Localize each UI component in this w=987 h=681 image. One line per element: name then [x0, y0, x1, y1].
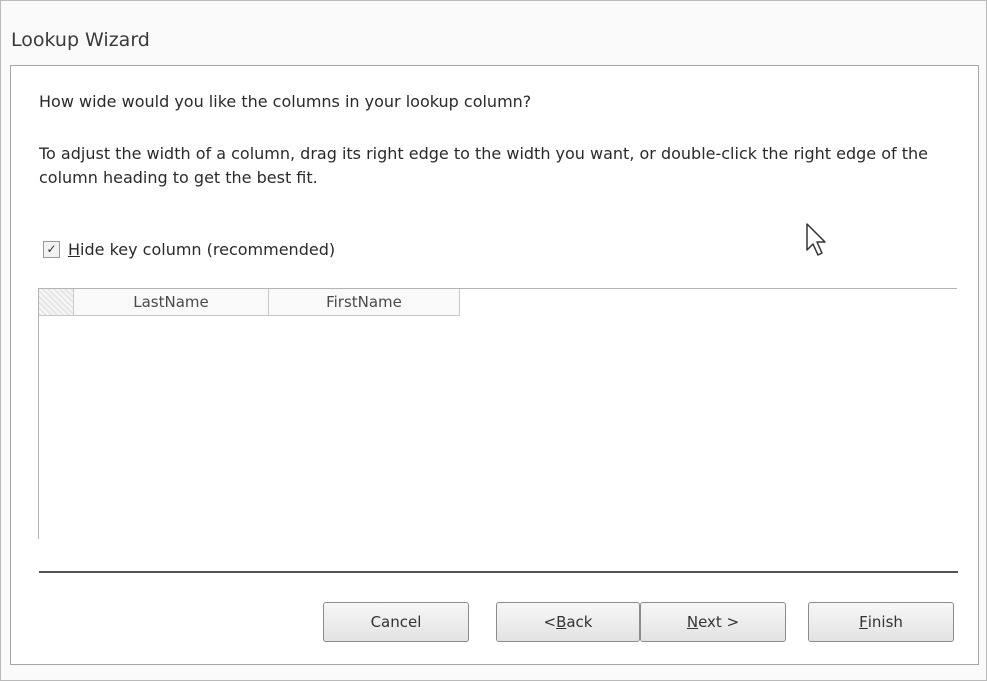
next-label-rest: ext > — [698, 613, 740, 631]
finish-label-rest: inish — [867, 613, 903, 631]
mouse-pointer-icon — [806, 223, 826, 256]
next-button[interactable]: Next > — [640, 602, 786, 642]
hide-key-column-option[interactable]: ✓ Hide key column (recommended) — [43, 238, 335, 260]
instructions-text: To adjust the width of a column, drag it… — [39, 144, 928, 187]
lookup-wizard-window: Lookup Wizard How wide would you like th… — [0, 0, 987, 681]
wizard-panel: How wide would you like the columns in y… — [10, 65, 979, 665]
back-prefix: < — [543, 613, 557, 631]
hide-key-column-label: Hide key column (recommended) — [68, 240, 335, 259]
checkmark-icon: ✓ — [46, 242, 57, 256]
button-separator — [39, 571, 958, 573]
hide-key-column-checkbox[interactable]: ✓ — [43, 240, 60, 258]
cancel-button[interactable]: Cancel — [323, 602, 469, 642]
hotkey-f: F — [859, 613, 868, 631]
finish-button[interactable]: Finish — [808, 602, 954, 642]
hotkey-b: B — [556, 613, 567, 631]
column-header-lastname[interactable]: LastName — [74, 289, 269, 316]
back-button[interactable]: < Back — [496, 602, 640, 642]
hide-key-column-label-rest: ide key column (recommended) — [80, 239, 336, 259]
row-selector[interactable] — [39, 289, 74, 316]
window-title: Lookup Wizard — [11, 29, 150, 51]
question-text: How wide would you like the columns in y… — [39, 92, 532, 111]
hotkey-n: N — [686, 613, 699, 631]
column-width-grid[interactable]: LastName FirstName — [38, 288, 957, 539]
grid-header-row: LastName FirstName — [39, 289, 460, 316]
column-header-firstname[interactable]: FirstName — [269, 289, 460, 316]
back-label-rest: ack — [566, 613, 593, 631]
hotkey-h: H — [68, 239, 81, 259]
